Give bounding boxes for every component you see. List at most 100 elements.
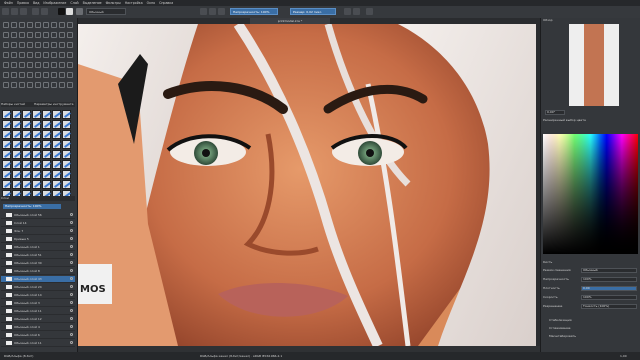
brush-preset-item[interactable] <box>52 170 61 179</box>
brush-preset-item[interactable] <box>12 130 21 139</box>
brush-preset-item[interactable] <box>62 170 71 179</box>
layer-row[interactable]: Слой 14 <box>1 220 75 227</box>
brush-preset-item[interactable] <box>52 110 61 119</box>
brush-field-value[interactable]: 0,00 <box>581 286 637 291</box>
brush-preset-item[interactable] <box>22 140 31 149</box>
preserve-alpha-icon[interactable] <box>218 8 225 15</box>
tool-button-icon[interactable] <box>51 82 57 88</box>
brush-preset-item[interactable] <box>42 180 51 189</box>
tool-button-icon[interactable] <box>27 52 33 58</box>
tool-button-icon[interactable] <box>35 32 41 38</box>
tool-button-icon[interactable] <box>59 72 65 78</box>
brush-preset-item[interactable] <box>42 140 51 149</box>
brush-preset-item[interactable] <box>62 130 71 139</box>
brush-preset-item[interactable] <box>62 140 71 149</box>
visibility-eye-icon[interactable] <box>70 333 73 336</box>
foreground-color-swatch[interactable] <box>58 8 65 15</box>
tool-button-icon[interactable] <box>19 32 25 38</box>
brush-field-value[interactable]: Обычный <box>581 268 637 273</box>
brush-preset-item[interactable] <box>12 120 21 129</box>
brush-option-checkbox[interactable]: Сглаживание <box>549 326 570 331</box>
brush-preset-item[interactable] <box>52 120 61 129</box>
layer-row[interactable]: Кривые 5 <box>1 236 75 243</box>
brush-preset-item[interactable] <box>62 120 71 129</box>
tool-button-icon[interactable] <box>35 72 41 78</box>
tool-button-icon[interactable] <box>19 62 25 68</box>
brush-preset-item[interactable] <box>42 130 51 139</box>
tool-button-icon[interactable] <box>67 62 73 68</box>
opacity-slider[interactable]: Непрозрачность: 100% <box>230 8 278 15</box>
tool-button-icon[interactable] <box>3 62 9 68</box>
brush-preset-item[interactable] <box>32 140 41 149</box>
brush-preset-item[interactable] <box>52 160 61 169</box>
tool-button-icon[interactable] <box>43 52 49 58</box>
menu-edit[interactable]: Правка <box>17 1 29 5</box>
menu-layer[interactable]: Слой <box>70 1 78 5</box>
tool-button-icon[interactable] <box>3 52 9 58</box>
layer-row[interactable]: Обычный слой 11 <box>1 340 75 347</box>
tool-button-icon[interactable] <box>67 42 73 48</box>
menu-file[interactable]: Файл <box>4 1 13 5</box>
tool-button-icon[interactable] <box>27 42 33 48</box>
brush-preset-item[interactable] <box>32 130 41 139</box>
menu-window[interactable]: Окно <box>147 1 155 5</box>
menu-image[interactable]: Изображение <box>43 1 66 5</box>
menu-help[interactable]: Справка <box>159 1 173 5</box>
menu-filter[interactable]: Фильтры <box>106 1 121 5</box>
tool-button-icon[interactable] <box>11 32 17 38</box>
brush-preset-item[interactable] <box>12 170 21 179</box>
tool-button-icon[interactable] <box>3 32 9 38</box>
brush-option-checkbox[interactable]: Стабилизация <box>549 318 572 323</box>
brush-preset-item[interactable] <box>12 150 21 159</box>
brush-preset-item[interactable] <box>2 140 11 149</box>
tool-button-icon[interactable] <box>67 52 73 58</box>
visibility-eye-icon[interactable] <box>70 229 73 232</box>
brush-preset-item[interactable] <box>22 110 31 119</box>
brush-preset-item[interactable] <box>42 110 51 119</box>
visibility-eye-icon[interactable] <box>70 237 73 240</box>
menu-settings[interactable]: Настройка <box>125 1 143 5</box>
brush-preset-item[interactable] <box>12 110 21 119</box>
tool-button-icon[interactable] <box>51 52 57 58</box>
tool-button-icon[interactable] <box>35 22 41 28</box>
brush-preset-item[interactable] <box>22 130 31 139</box>
brush-preset-item[interactable] <box>22 180 31 189</box>
tool-button-icon[interactable] <box>59 62 65 68</box>
color-gradient-field[interactable] <box>543 134 638 254</box>
layer-row[interactable]: Обычный слой 56 <box>1 212 75 219</box>
visibility-eye-icon[interactable] <box>70 253 73 256</box>
brush-preset-item[interactable] <box>22 160 31 169</box>
tool-button-icon[interactable] <box>67 32 73 38</box>
undo-icon[interactable] <box>32 8 39 15</box>
brush-preset-item[interactable] <box>52 140 61 149</box>
visibility-eye-icon[interactable] <box>70 341 73 344</box>
tool-button-icon[interactable] <box>11 42 17 48</box>
visibility-eye-icon[interactable] <box>70 213 73 216</box>
tool-button-icon[interactable] <box>19 42 25 48</box>
overview-thumbnail[interactable] <box>569 24 619 106</box>
brush-field-value[interactable]: 100% <box>581 277 637 282</box>
brush-preset-item[interactable] <box>32 160 41 169</box>
tool-button-icon[interactable] <box>59 22 65 28</box>
brush-field-value[interactable]: Тонкость (100%) <box>581 304 637 309</box>
brush-preset-item[interactable] <box>12 140 21 149</box>
redo-icon[interactable] <box>41 8 48 15</box>
layer-opacity-slider[interactable]: Непрозрачность: 100% <box>3 204 61 209</box>
status-zoom[interactable]: 1,00 <box>620 352 627 360</box>
menu-select[interactable]: Выделение <box>83 1 102 5</box>
layer-row[interactable]: Обычный слой 11 <box>1 308 75 315</box>
zoom-value[interactable]: 0,00° <box>545 110 565 115</box>
brush-size-slider[interactable]: Размер: 0,02 пикс. <box>290 8 336 15</box>
tool-button-icon[interactable] <box>67 82 73 88</box>
mirror-horizontal-icon[interactable] <box>344 8 351 15</box>
brush-preset-item[interactable] <box>42 160 51 169</box>
tool-button-icon[interactable] <box>11 62 17 68</box>
layer-row[interactable]: Обычный слой 4 <box>1 324 75 331</box>
brush-preset-item[interactable] <box>2 130 11 139</box>
tool-button-icon[interactable] <box>35 52 41 58</box>
brush-preset-item[interactable] <box>62 180 71 189</box>
save-icon[interactable] <box>20 8 27 15</box>
brush-preset-item[interactable] <box>22 150 31 159</box>
tool-button-icon[interactable] <box>11 72 17 78</box>
brush-preset-item[interactable] <box>12 180 21 189</box>
